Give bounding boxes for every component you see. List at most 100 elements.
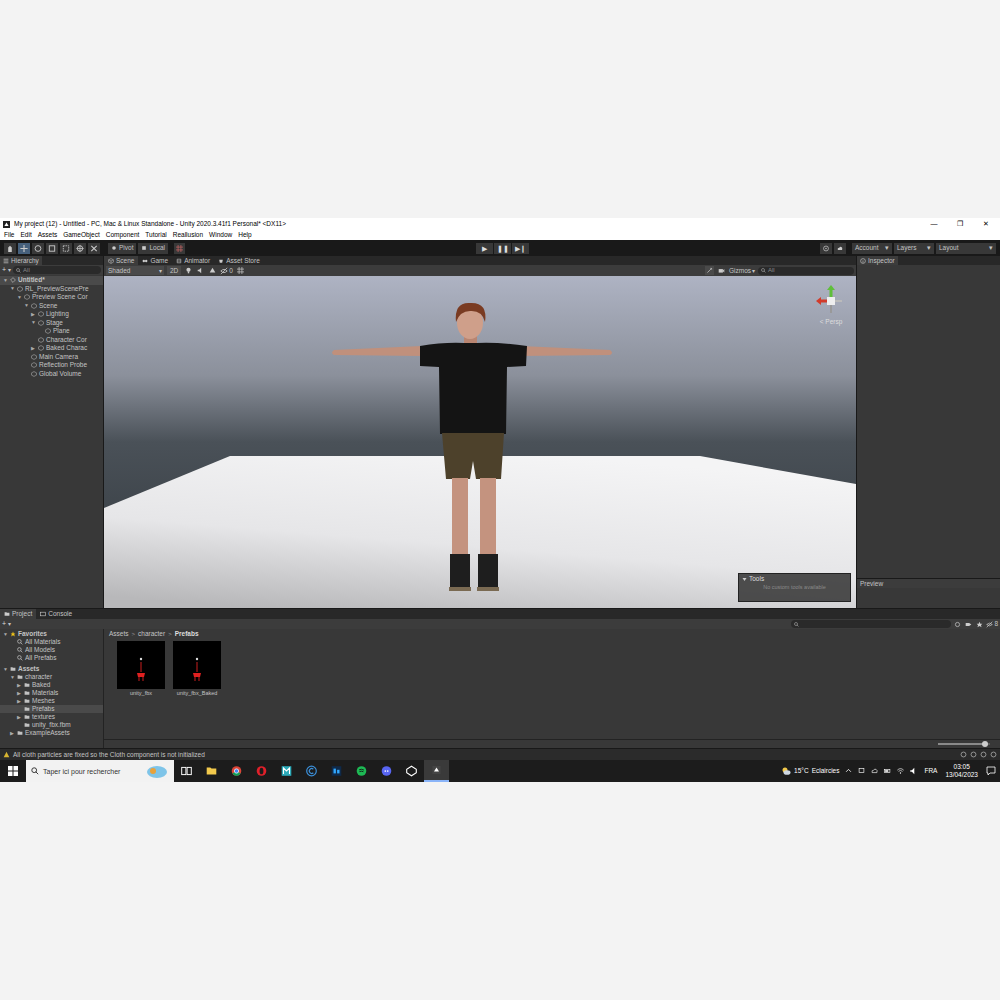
expand-arrow[interactable]: ▶ — [17, 698, 22, 705]
filter-type-icon[interactable] — [953, 620, 962, 629]
opera-icon[interactable] — [249, 760, 274, 782]
hand-tool-icon[interactable] — [4, 243, 16, 254]
tray-chevron-icon[interactable] — [842, 760, 855, 782]
cloud-sync-icon[interactable] — [868, 760, 881, 782]
play-button[interactable]: ▶ — [476, 243, 493, 254]
layout-dropdown[interactable]: Layout▾ — [936, 243, 996, 254]
project-tab[interactable]: Console — [36, 609, 76, 619]
hierarchy-item[interactable]: Main Camera — [0, 353, 103, 362]
windows-start-icon[interactable] — [0, 760, 26, 782]
project-tree-item[interactable]: ▶Baked — [0, 681, 103, 689]
scene-search[interactable]: All — [758, 267, 854, 275]
wifi-icon[interactable] — [894, 760, 907, 782]
asset-item[interactable]: unity_fbx_Baked — [172, 641, 222, 739]
spotify-icon[interactable] — [349, 760, 374, 782]
filter-label-icon[interactable] — [964, 620, 973, 629]
hierarchy-item[interactable]: Global Volume — [0, 370, 103, 379]
grid-icon[interactable] — [236, 266, 245, 275]
expand-arrow[interactable]: ▼ — [17, 294, 22, 301]
rotate-tool-icon[interactable] — [32, 243, 44, 254]
weather-widget[interactable]: 15°CEclaircies — [778, 766, 842, 776]
project-tree-item[interactable]: ▶textures — [0, 713, 103, 721]
expand-arrow[interactable]: ▼ — [10, 285, 15, 292]
pause-button[interactable]: ❚❚ — [494, 243, 511, 254]
scene-tab[interactable]: Animator — [172, 256, 214, 265]
custom-tool-icon[interactable] — [88, 243, 100, 254]
project-tree-item[interactable]: All Models — [0, 646, 103, 654]
rect-tool-icon[interactable] — [60, 243, 72, 254]
scene-tab[interactable]: Asset Store — [214, 256, 264, 265]
chrome-icon[interactable] — [224, 760, 249, 782]
expand-arrow[interactable]: ▼ — [3, 666, 8, 673]
favorite-icon[interactable] — [975, 620, 984, 629]
menu-item[interactable]: Tutorial — [145, 231, 166, 239]
shading-dropdown[interactable]: Shaded▾ — [106, 266, 164, 275]
menu-item[interactable]: Window — [209, 231, 232, 239]
debug-icon[interactable] — [970, 751, 977, 758]
hidden-packages[interactable]: 8 — [986, 620, 998, 628]
expand-arrow[interactable]: ▼ — [3, 277, 8, 284]
project-search[interactable] — [791, 620, 951, 628]
hierarchy-item[interactable]: Character Cor — [0, 336, 103, 345]
hierarchy-item[interactable]: ▶Lighting — [0, 310, 103, 319]
discord-icon[interactable] — [374, 760, 399, 782]
expand-arrow[interactable]: ▼ — [3, 631, 8, 638]
maya-icon[interactable] — [274, 760, 299, 782]
expand-arrow[interactable]: ▼ — [10, 674, 15, 681]
hierarchy-item[interactable]: ▼Stage — [0, 319, 103, 328]
clock[interactable]: 03:0513/04/2023 — [941, 763, 982, 779]
expand-arrow[interactable]: ▶ — [31, 311, 36, 318]
hierarchy-item[interactable]: Plane — [0, 327, 103, 336]
unity-hub-icon[interactable] — [399, 760, 424, 782]
project-tab[interactable]: Project — [0, 609, 36, 619]
menu-item[interactable]: Help — [238, 231, 251, 239]
expand-arrow[interactable]: ▼ — [31, 319, 36, 326]
cache-icon[interactable] — [980, 751, 987, 758]
step-button[interactable]: ▶❙ — [512, 243, 529, 254]
add-button[interactable]: + — [2, 620, 6, 628]
photoshop-icon[interactable] — [324, 760, 349, 782]
hierarchy-tab[interactable]: Hierarchy — [0, 256, 42, 265]
services-icon[interactable] — [820, 243, 832, 254]
breadcrumb-item[interactable]: character — [138, 630, 165, 638]
progress-icon[interactable] — [960, 751, 967, 758]
close-button[interactable]: ✕ — [975, 220, 997, 228]
cloud-icon[interactable] — [834, 243, 846, 254]
expand-arrow[interactable]: ▼ — [24, 302, 29, 309]
menu-item[interactable]: File — [4, 231, 14, 239]
project-tree-item[interactable]: ▼Favorites — [0, 630, 103, 638]
project-tree-item[interactable]: unity_fbx.fbm — [0, 721, 103, 729]
2d-toggle[interactable]: 2D — [167, 266, 181, 275]
minimize-button[interactable]: — — [923, 220, 945, 228]
project-tree-item[interactable]: ▶Materials — [0, 689, 103, 697]
taskbar-search[interactable]: Taper ici pour rechercher — [26, 760, 174, 782]
project-tree-item[interactable]: ▼Assets — [0, 665, 103, 673]
orientation-gizmo[interactable]: < Persp — [814, 284, 848, 326]
layers-dropdown[interactable]: Layers▾ — [894, 243, 934, 254]
task-view-icon[interactable] — [174, 760, 199, 782]
breadcrumb-item[interactable]: Assets — [109, 630, 129, 638]
asset-item[interactable]: unity_fbx — [116, 641, 166, 739]
project-tree-item[interactable]: ▼character — [0, 673, 103, 681]
project-tree-item[interactable]: Prefabs — [0, 705, 103, 713]
menu-item[interactable]: Assets — [38, 231, 58, 239]
add-dropdown-arrow[interactable]: ▾ — [8, 620, 11, 628]
account-dropdown[interactable]: Account▾ — [852, 243, 892, 254]
hierarchy-item[interactable]: Reflection Probe — [0, 361, 103, 370]
maximize-button[interactable]: ❐ — [949, 220, 971, 228]
transform-tool-icon[interactable] — [74, 243, 86, 254]
hierarchy-item[interactable]: ▼RL_PreviewScenePre — [0, 285, 103, 294]
menu-item[interactable]: Edit — [20, 231, 31, 239]
inspector-tab[interactable]: Inspector — [857, 256, 898, 265]
hierarchy-item[interactable]: ▶Baked Charac — [0, 344, 103, 353]
character-creator-icon[interactable] — [299, 760, 324, 782]
hierarchy-item[interactable]: ▼Untitled* — [0, 276, 103, 285]
hierarchy-item[interactable]: ▼Scene — [0, 302, 103, 311]
add-button[interactable]: + — [2, 266, 6, 274]
breadcrumb-item[interactable]: Prefabs — [175, 630, 199, 638]
lighting-icon[interactable] — [990, 751, 997, 758]
volume-icon[interactable] — [907, 760, 920, 782]
slider-thumb[interactable] — [982, 741, 988, 747]
menu-item[interactable]: Reallusion — [173, 231, 203, 239]
projection-label[interactable]: < Persp — [820, 318, 843, 326]
